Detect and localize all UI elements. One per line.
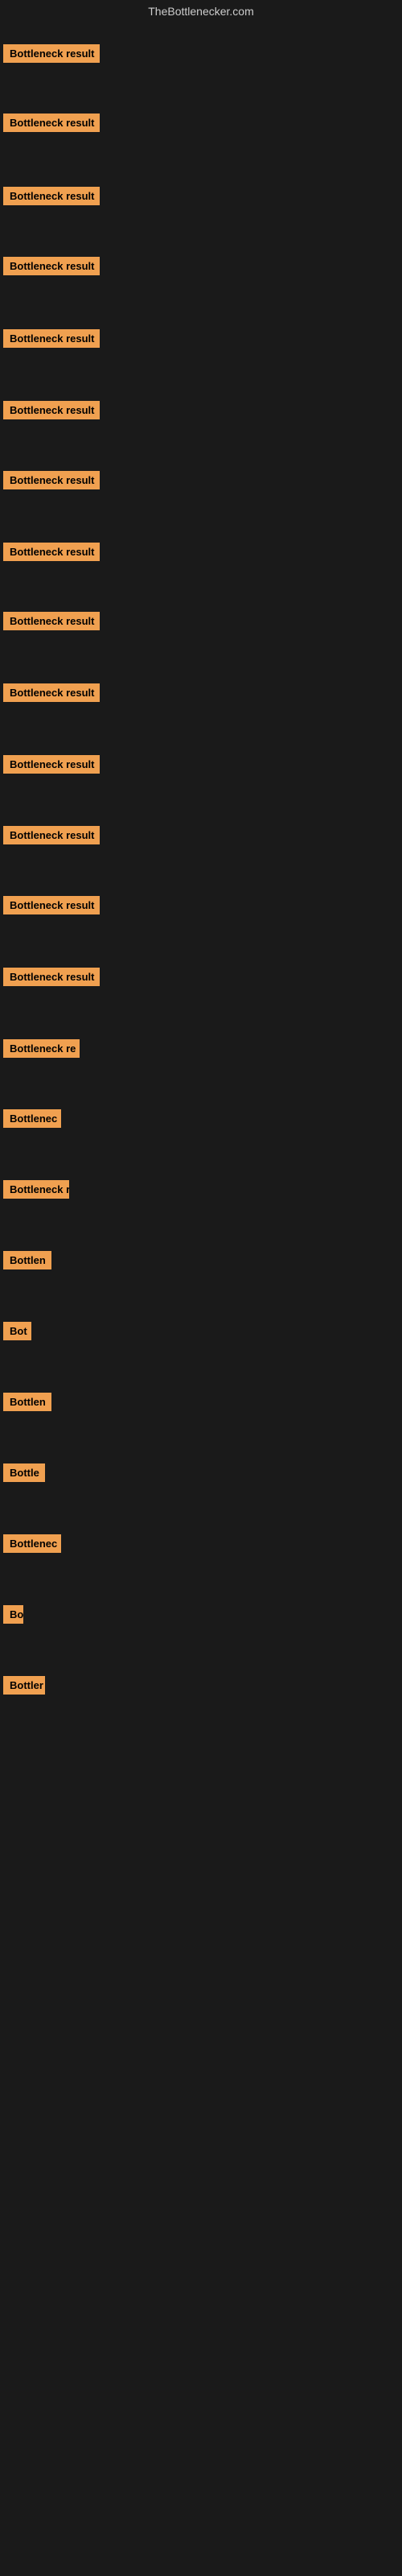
bottleneck-item-5[interactable]: Bottleneck result [3,329,100,348]
bottleneck-item-4[interactable]: Bottleneck result [3,257,100,275]
site-title-text: TheBottlenecker.com [148,5,254,18]
bottleneck-item-12[interactable]: Bottleneck result [3,826,100,844]
bottleneck-item-10[interactable]: Bottleneck result [3,683,100,702]
bottleneck-item-13[interactable]: Bottleneck result [3,896,100,914]
bottleneck-item-11[interactable]: Bottleneck result [3,755,100,774]
bottleneck-item-21[interactable]: Bottle [3,1463,45,1482]
bottleneck-item-3[interactable]: Bottleneck result [3,187,100,205]
bottleneck-item-23[interactable]: Bo [3,1605,23,1624]
site-title: TheBottlenecker.com [0,0,402,23]
bottleneck-item-20[interactable]: Bottlen [3,1393,51,1411]
bottleneck-item-18[interactable]: Bottlen [3,1251,51,1269]
bottleneck-item-8[interactable]: Bottleneck result [3,543,100,561]
bottleneck-item-9[interactable]: Bottleneck result [3,612,100,630]
bottleneck-item-7[interactable]: Bottleneck result [3,471,100,489]
bottleneck-item-24[interactable]: Bottler [3,1676,45,1695]
bottleneck-item-22[interactable]: Bottlenec [3,1534,61,1553]
bottleneck-item-1[interactable]: Bottleneck result [3,44,100,63]
bottleneck-item-16[interactable]: Bottlenec [3,1109,61,1128]
bottleneck-item-14[interactable]: Bottleneck result [3,968,100,986]
bottleneck-item-6[interactable]: Bottleneck result [3,401,100,419]
bottleneck-item-19[interactable]: Bot [3,1322,31,1340]
bottleneck-item-2[interactable]: Bottleneck result [3,114,100,132]
bottleneck-item-17[interactable]: Bottleneck r [3,1180,69,1199]
bottleneck-item-15[interactable]: Bottleneck re [3,1039,80,1058]
